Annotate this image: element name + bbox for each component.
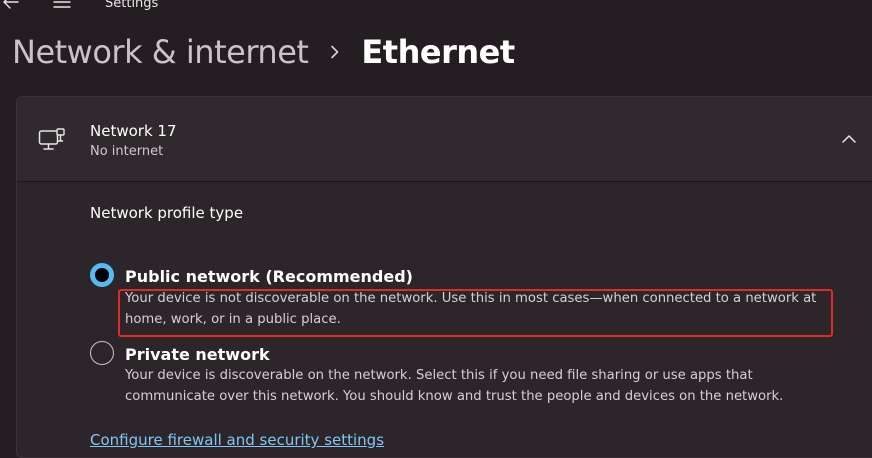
chevron-up-icon — [842, 135, 856, 143]
public-network-radio[interactable] — [90, 263, 114, 287]
private-network-description: Your device is discoverable on the netwo… — [125, 368, 784, 404]
network-card: Network 17 No internet Network profile t… — [16, 96, 872, 458]
radio-selected-dot — [95, 268, 109, 282]
public-network-label[interactable]: Public network (Recommended) — [125, 267, 413, 286]
hamburger-menu-icon — [53, 1, 71, 8]
network-name: Network 17 — [90, 122, 177, 140]
public-network-description: Your device is not discoverable on the n… — [125, 291, 817, 327]
arrow-left-icon — [3, 0, 19, 9]
page-title: Ethernet — [361, 33, 515, 71]
chevron-right-icon — [331, 45, 339, 59]
profile-type-heading: Network profile type — [90, 204, 244, 222]
private-network-radio[interactable] — [90, 341, 114, 365]
network-status: No internet — [90, 144, 164, 159]
navigation-menu-button[interactable] — [52, 0, 72, 12]
network-card-header[interactable]: Network 17 No internet — [17, 97, 872, 182]
title-bar: Settings — [0, 0, 872, 14]
private-network-label[interactable]: Private network — [125, 345, 270, 364]
breadcrumb: Network & internet Ethernet — [12, 28, 515, 76]
back-button[interactable] — [0, 0, 24, 12]
app-title: Settings — [105, 0, 159, 11]
configure-firewall-link[interactable]: Configure firewall and security settings — [90, 431, 384, 449]
collapse-button[interactable] — [839, 129, 859, 149]
breadcrumb-network-internet[interactable]: Network & internet — [12, 33, 309, 71]
ethernet-icon — [38, 128, 65, 150]
